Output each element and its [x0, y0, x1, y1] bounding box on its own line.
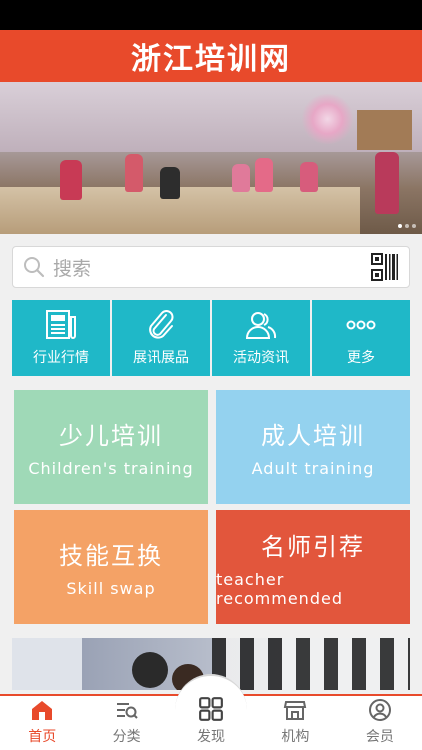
grid-icon	[199, 697, 223, 721]
carousel-dot[interactable]	[412, 224, 416, 228]
banner-figure	[125, 154, 143, 192]
tab-label: 发现	[197, 729, 226, 745]
page-title: 浙江培训网	[131, 42, 291, 77]
category-search-icon	[116, 703, 138, 719]
banner-figure	[232, 164, 250, 192]
quick-nav-label: 活动资讯	[233, 350, 289, 366]
app-header: 浙江培训网	[0, 30, 422, 82]
tile-subtitle: teacher recommended	[216, 569, 343, 608]
tile-subtitle: Children's training	[28, 459, 194, 478]
tile-title: 成人培训	[261, 422, 365, 450]
banner-decoration	[300, 94, 355, 144]
carousel-dots	[398, 224, 416, 228]
tile-subtitle: Skill swap	[66, 579, 156, 598]
banner-figure	[60, 160, 82, 200]
home-icon	[32, 701, 53, 720]
tab-label: 分类	[112, 729, 141, 745]
banner-figure	[300, 162, 318, 192]
search-input[interactable]: 搜索	[53, 254, 371, 281]
quick-nav-more[interactable]: 更多	[312, 300, 410, 376]
tab-label: 首页	[28, 729, 57, 745]
preview-shape	[132, 652, 168, 688]
more-dots-icon	[346, 320, 376, 330]
tab-category[interactable]: 分类	[84, 696, 168, 750]
banner-figure	[160, 167, 180, 199]
tile-subtitle: Adult training	[251, 459, 375, 478]
tile-adult-training[interactable]: 成人培训 Adult training	[216, 390, 410, 504]
people-icon	[245, 312, 277, 339]
banner-carousel[interactable]	[0, 82, 422, 234]
quick-nav-label: 展讯展品	[133, 350, 189, 366]
tile-children-training[interactable]: 少儿培训 Children's training	[14, 390, 208, 504]
bottom-tab-bar: 首页 分类 发现 机构 会员	[0, 674, 422, 750]
search-bar[interactable]: 搜索	[12, 246, 410, 288]
paperclip-icon	[149, 310, 174, 339]
carousel-dot[interactable]	[398, 224, 402, 228]
newspaper-icon	[46, 310, 76, 339]
tab-home[interactable]: 首页	[0, 696, 84, 750]
tab-institution[interactable]: 机构	[253, 696, 337, 750]
search-icon	[23, 256, 45, 278]
banner-table	[0, 187, 360, 234]
preview-shape	[212, 638, 410, 690]
tile-title: 少儿培训	[59, 422, 163, 450]
tile-teacher-recommended[interactable]: 名师引荐 teacher recommended	[216, 510, 410, 624]
quick-nav-activity[interactable]: 活动资讯	[212, 300, 310, 376]
store-icon	[284, 701, 307, 720]
quick-nav-label: 行业行情	[33, 350, 89, 366]
banner-figure	[255, 158, 273, 192]
tile-skill-swap[interactable]: 技能互换 Skill swap	[14, 510, 208, 624]
tab-label: 机构	[281, 729, 310, 745]
tab-discover[interactable]: 发现	[169, 674, 253, 750]
qr-scan-icon[interactable]	[371, 253, 399, 281]
banner-figure	[375, 152, 399, 214]
quick-nav-industry[interactable]: 行业行情	[12, 300, 110, 376]
quick-nav: 行业行情 展讯展品 活动资讯 更多	[12, 300, 410, 376]
tile-title: 名师引荐	[261, 532, 365, 561]
tab-member[interactable]: 会员	[338, 696, 422, 750]
tile-title: 技能互换	[59, 542, 163, 570]
banner-shelf	[357, 110, 412, 150]
status-bar	[0, 0, 422, 30]
quick-nav-label: 更多	[347, 350, 375, 366]
quick-nav-exhibition[interactable]: 展讯展品	[112, 300, 210, 376]
user-icon	[368, 699, 391, 721]
carousel-dot[interactable]	[405, 224, 409, 228]
tab-label: 会员	[365, 729, 394, 745]
